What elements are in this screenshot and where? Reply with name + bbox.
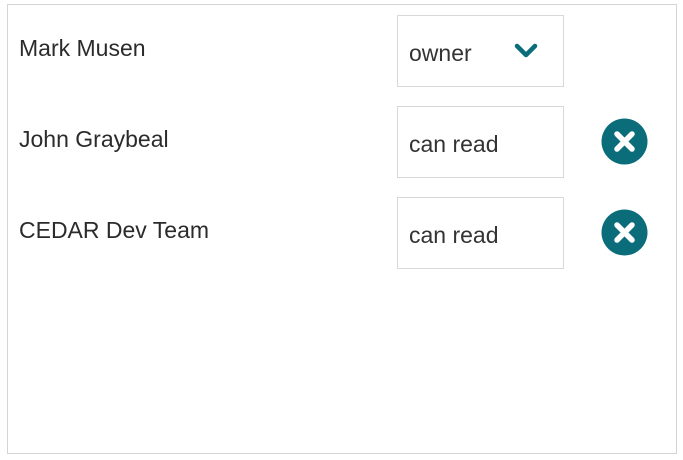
permission-dropdown[interactable]: can read xyxy=(397,197,564,269)
sharing-permissions-panel: Mark Musen owner John Graybeal can read … xyxy=(7,4,677,454)
permission-value: can read xyxy=(409,222,499,248)
remove-share-button[interactable] xyxy=(601,209,648,256)
chevron-down-icon xyxy=(514,43,538,59)
remove-share-button[interactable] xyxy=(601,118,648,165)
permission-dropdown[interactable]: owner xyxy=(397,15,564,87)
share-row: John Graybeal can read xyxy=(8,106,676,180)
user-name: Mark Musen xyxy=(19,35,146,61)
permission-value: can read xyxy=(409,131,499,157)
close-circle-icon xyxy=(601,209,648,256)
permission-dropdown[interactable]: can read xyxy=(397,106,564,178)
close-circle-icon xyxy=(601,118,648,165)
share-row: Mark Musen owner xyxy=(8,15,676,89)
user-name: CEDAR Dev Team xyxy=(19,217,210,243)
permission-value: owner xyxy=(409,40,472,66)
user-name: John Graybeal xyxy=(19,126,169,152)
share-row: CEDAR Dev Team can read xyxy=(8,197,676,271)
